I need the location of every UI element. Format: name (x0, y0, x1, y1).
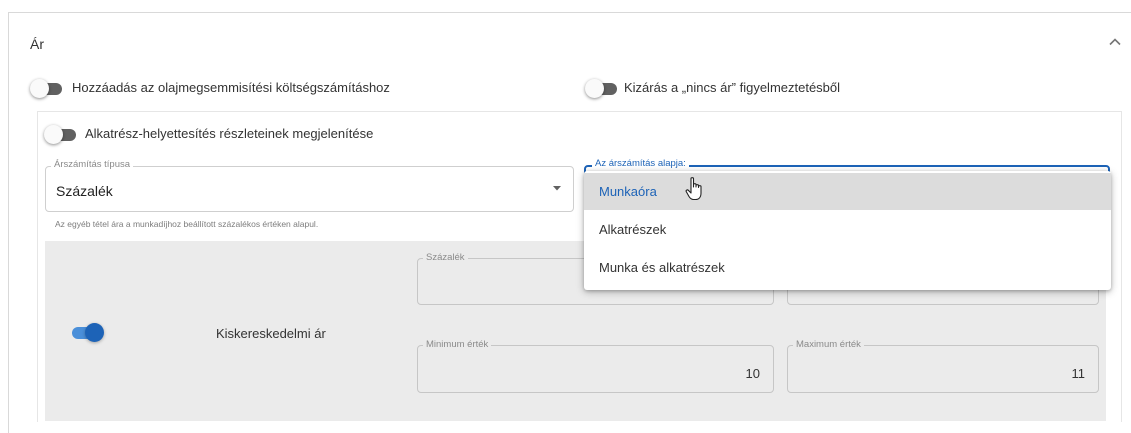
retail-price-toggle[interactable] (70, 322, 104, 342)
pricing-type-helper: Az egyéb tétel ára a munkadíjhoz beállít… (55, 219, 319, 229)
chevron-up-icon[interactable] (1105, 32, 1125, 52)
section-title: Ár (30, 36, 44, 52)
part-substitution-toggle[interactable] (44, 124, 78, 144)
min-value-label: Minimum érték (423, 339, 492, 350)
min-value: 10 (745, 366, 760, 381)
percent-label: Százalék (423, 252, 468, 263)
max-value-label: Maximum érték (793, 339, 864, 350)
option-parts[interactable]: Alkatrészek (584, 211, 1111, 248)
pricing-basis-label: Az árszámítás alapja: (592, 158, 689, 169)
option-label: Munka és alkatrészek (599, 260, 725, 275)
part-substitution-label: Alkatrész-helyettesítés részleteinek meg… (85, 126, 374, 141)
no-price-warning-toggle[interactable] (585, 78, 619, 98)
pricing-type-label: Árszámítás típusa (51, 159, 134, 170)
hand-pointer-icon (685, 177, 702, 201)
pricing-basis-menu: Munkaóra Alkatrészek Munka és alkatrésze… (584, 171, 1111, 290)
pricing-type-select[interactable] (45, 166, 574, 212)
option-labor-and-parts[interactable]: Munka és alkatrészek (584, 249, 1111, 286)
toggle-thumb (85, 323, 104, 342)
toggle-thumb (44, 125, 63, 144)
toggle-thumb (30, 79, 49, 98)
pricing-type-value: Százalék (56, 183, 113, 199)
no-price-warning-label: Kizárás a „nincs ár” figyelmeztetésből (624, 80, 841, 95)
max-value: 11 (1071, 366, 1086, 381)
option-label: Munkaóra (599, 184, 657, 199)
triangle-down-icon[interactable] (550, 181, 564, 195)
toggle-thumb (585, 79, 604, 98)
option-labor-hours[interactable]: Munkaóra (584, 173, 1111, 210)
oil-disposal-label: Hozzáadás az olajmegsemmisítési költségs… (72, 80, 390, 95)
retail-price-label: Kiskereskedelmi ár (216, 326, 326, 341)
option-label: Alkatrészek (599, 222, 667, 237)
oil-disposal-toggle[interactable] (30, 78, 64, 98)
